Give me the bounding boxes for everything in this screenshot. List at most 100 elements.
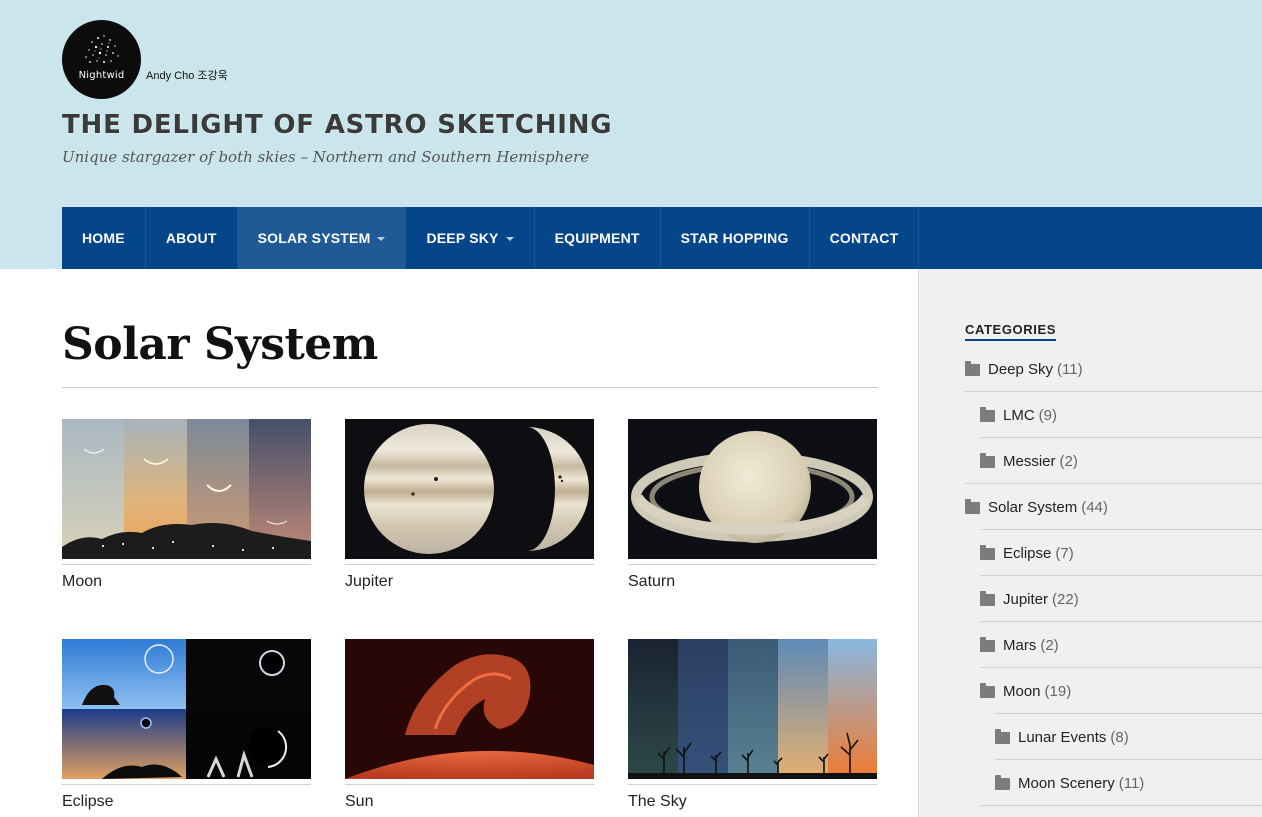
category-eclipse[interactable]: Eclipse (7)	[965, 530, 1262, 576]
category-deep-sky[interactable]: Deep Sky (11)	[965, 346, 1262, 392]
category-moon[interactable]: Moon (19)	[965, 668, 1262, 714]
categories-heading: CATEGORIES	[965, 322, 1056, 341]
folder-icon	[995, 729, 1010, 744]
sky-thumbnail[interactable]	[628, 639, 877, 779]
nav-contact[interactable]: CONTACT	[810, 207, 920, 269]
category-name[interactable]: Moon	[1003, 683, 1041, 700]
card-divider	[628, 784, 877, 785]
sidebar: CATEGORIES Deep Sky (11) LMC (9) Messier…	[918, 269, 1262, 817]
folder-icon	[980, 453, 995, 468]
category-count: (11)	[1118, 774, 1145, 792]
nav-label: EQUIPMENT	[554, 230, 640, 246]
nav-label: DEEP SKY	[426, 230, 499, 246]
nav-label: HOME	[82, 230, 125, 246]
folder-icon	[965, 361, 980, 376]
category-count: (8)	[1110, 728, 1129, 746]
category-jupiter[interactable]: Jupiter (22)	[965, 576, 1262, 622]
gallery-card-the-sky[interactable]: The Sky	[628, 639, 877, 811]
site-logo[interactable]: Nightwid Andy Cho 조강욱	[62, 20, 228, 99]
gallery-card-jupiter[interactable]: Jupiter	[345, 419, 594, 591]
logo-author: Andy Cho 조강욱	[146, 70, 228, 82]
chevron-down-icon	[505, 236, 514, 241]
category-name[interactable]: Jupiter	[1003, 591, 1048, 608]
nav-solar-system[interactable]: SOLAR SYSTEM	[237, 207, 407, 269]
logo-text: Nightwid	[78, 70, 125, 81]
saturn-thumbnail[interactable]	[628, 419, 877, 559]
category-count: (44)	[1081, 498, 1108, 516]
main-content: Solar System Moon Jupiter Saturn Eclipse…	[62, 269, 878, 817]
nav-home[interactable]: HOME	[62, 207, 146, 269]
card-title[interactable]: Sun	[345, 793, 594, 811]
nightwid-logo-icon[interactable]: Nightwid	[62, 20, 141, 99]
nav-label: ABOUT	[165, 230, 217, 246]
nav-label: CONTACT	[829, 230, 899, 246]
card-title[interactable]: Saturn	[628, 573, 877, 591]
site-title[interactable]: THE DELIGHT OF ASTRO SKETCHING	[62, 110, 612, 140]
folder-icon	[995, 775, 1010, 790]
category-count: (7)	[1055, 544, 1074, 562]
moon-sketch-image	[62, 419, 311, 559]
category-name[interactable]: Mars	[1003, 637, 1036, 654]
category-name[interactable]: Solar System	[988, 499, 1077, 516]
nav-label: SOLAR SYSTEM	[257, 230, 371, 246]
folder-icon	[980, 591, 995, 606]
folder-icon	[980, 545, 995, 560]
category-count: (11)	[1057, 360, 1083, 378]
card-divider	[345, 784, 594, 785]
folder-icon	[980, 637, 995, 652]
folder-icon	[980, 683, 995, 698]
folder-icon	[980, 407, 995, 422]
jupiter-thumbnail[interactable]	[345, 419, 594, 559]
category-name[interactable]: Moon Scenery	[1018, 775, 1115, 792]
eclipse-sketch-image	[62, 639, 311, 779]
gallery-card-moon[interactable]: Moon	[62, 419, 311, 591]
starfield-icon	[85, 35, 119, 63]
sky-sketch-image	[628, 639, 877, 779]
gallery-card-eclipse[interactable]: Eclipse	[62, 639, 311, 811]
category-count: (2)	[1040, 636, 1059, 654]
card-title[interactable]: Jupiter	[345, 573, 594, 591]
category-lmc[interactable]: LMC (9)	[965, 392, 1262, 438]
category-count: (19)	[1044, 682, 1072, 700]
eclipse-thumbnail[interactable]	[62, 639, 311, 779]
nav-equipment[interactable]: EQUIPMENT	[535, 207, 661, 269]
category-messier[interactable]: Messier (2)	[965, 438, 1262, 484]
category-mars[interactable]: Mars (2)	[965, 622, 1262, 668]
jupiter-sketch-image	[345, 419, 594, 559]
category-lunar-events[interactable]: Lunar Events (8)	[965, 714, 1262, 760]
category-moon-scenery[interactable]: Moon Scenery (11)	[965, 760, 1262, 806]
nav-star-hopping[interactable]: STAR HOPPING	[661, 207, 810, 269]
sun-sketch-image	[345, 639, 594, 779]
page-title: Solar System	[62, 319, 378, 370]
category-name[interactable]: Messier	[1003, 453, 1056, 470]
category-solar-system[interactable]: Solar System (44)	[965, 484, 1262, 530]
categories-list: Deep Sky (11) LMC (9) Messier (2) Solar …	[965, 346, 1262, 806]
folder-icon	[965, 499, 980, 514]
gallery-card-saturn[interactable]: Saturn	[628, 419, 877, 591]
card-divider	[628, 564, 877, 565]
card-title[interactable]: Moon	[62, 573, 311, 591]
nav-label: STAR HOPPING	[680, 230, 789, 246]
card-title[interactable]: The Sky	[628, 793, 877, 811]
category-name[interactable]: Deep Sky	[988, 361, 1053, 378]
nav-deep-sky[interactable]: DEEP SKY	[406, 207, 535, 269]
nav-about[interactable]: ABOUT	[146, 207, 238, 269]
chevron-down-icon	[377, 236, 386, 241]
title-divider	[62, 387, 878, 388]
main-nav: HOME ABOUT SOLAR SYSTEM DEEP SKY EQUIPME…	[62, 207, 1262, 269]
category-count: (9)	[1038, 406, 1058, 424]
category-count: (2)	[1059, 452, 1078, 470]
moon-thumbnail[interactable]	[62, 419, 311, 559]
saturn-sketch-image	[628, 419, 877, 559]
category-name[interactable]: LMC	[1003, 407, 1035, 424]
site-tagline: Unique stargazer of both skies – Norther…	[62, 148, 590, 166]
category-name[interactable]: Eclipse	[1003, 545, 1051, 562]
card-divider	[62, 784, 311, 785]
category-name[interactable]: Lunar Events	[1018, 729, 1106, 746]
category-count: (22)	[1052, 590, 1079, 608]
card-divider	[345, 564, 594, 565]
card-divider	[62, 564, 311, 565]
card-title[interactable]: Eclipse	[62, 793, 311, 811]
sun-thumbnail[interactable]	[345, 639, 594, 779]
gallery-card-sun[interactable]: Sun	[345, 639, 594, 811]
